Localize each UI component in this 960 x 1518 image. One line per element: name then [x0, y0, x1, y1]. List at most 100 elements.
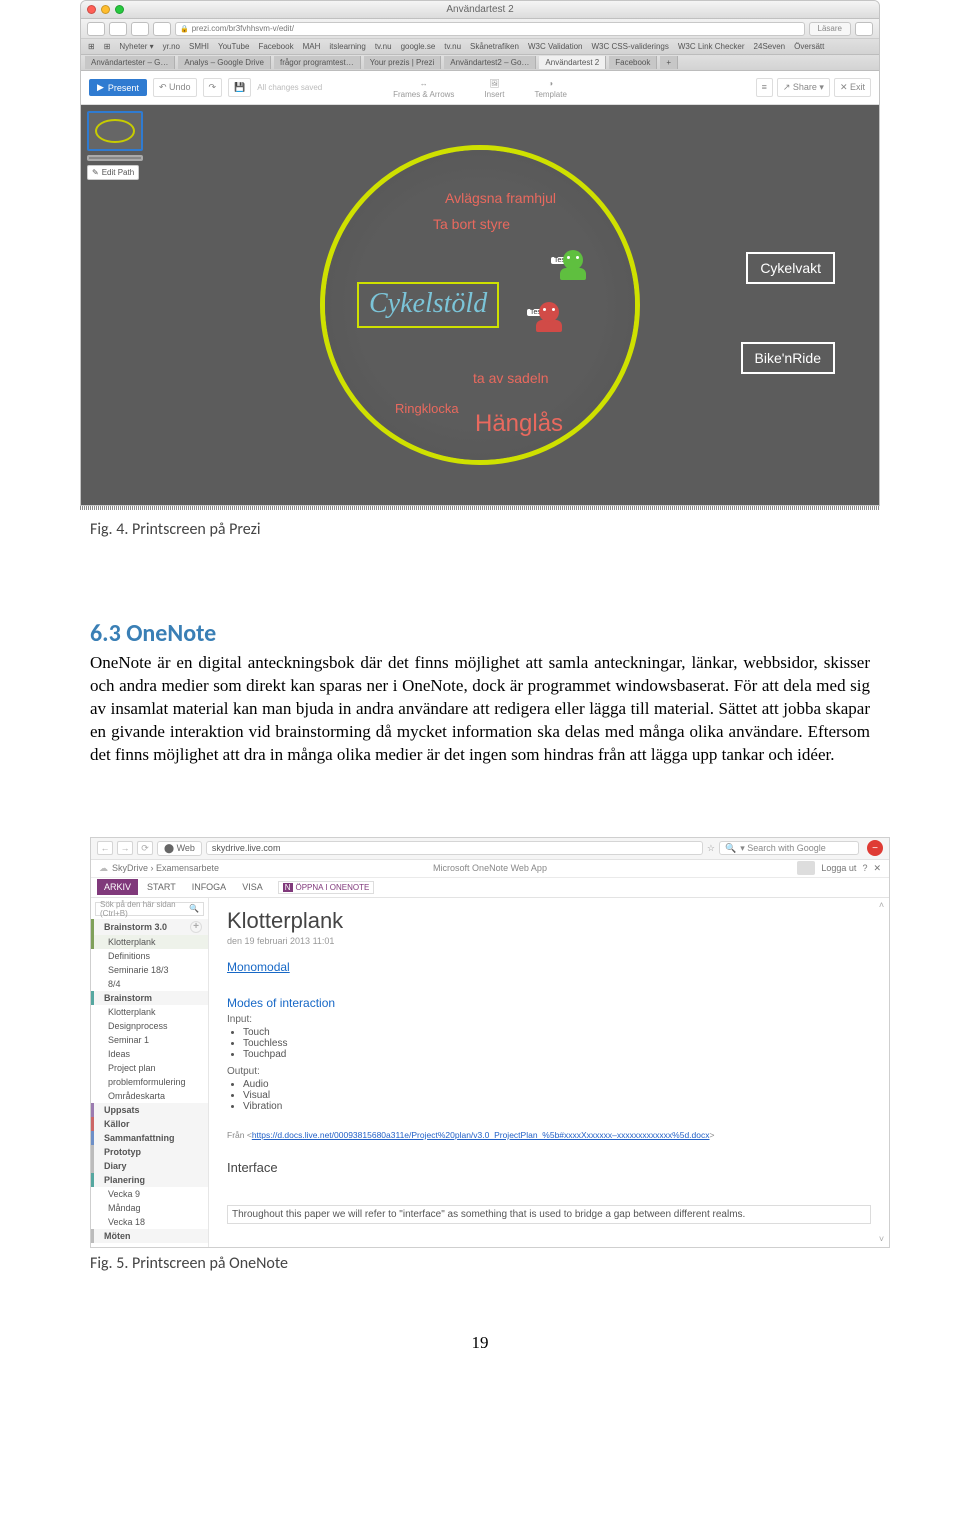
prezi-text[interactable]: Avlägsna framhjul	[445, 190, 556, 206]
forward-button[interactable]	[109, 22, 127, 36]
breadcrumb[interactable]: SkyDrive › Examensarbete	[112, 863, 219, 873]
bookmark-item[interactable]: Nyheter ▾	[116, 41, 156, 52]
close-icon[interactable]: −	[867, 840, 883, 856]
bookmark-item[interactable]: Facebook	[255, 41, 296, 52]
collaborator-avatar[interactable]: Test	[533, 302, 565, 334]
back-button[interactable]	[87, 22, 105, 36]
open-in-onenote-button[interactable]: N ÖPPNA I ONENOTE	[278, 881, 375, 894]
bookmark-item[interactable]: google.se	[398, 41, 439, 52]
close-icon[interactable]: ✕	[873, 863, 881, 874]
bookmark-item[interactable]: Skånetrafiken	[467, 41, 522, 52]
bookmark-item[interactable]: SMHI	[186, 41, 212, 52]
notebook-page[interactable]: 8/4	[91, 977, 208, 991]
logout-link[interactable]: Logga ut	[821, 863, 856, 873]
browser-tab[interactable]: Your prezis | Prezi	[364, 56, 441, 69]
bookmark-item[interactable]: itslearning	[326, 41, 368, 52]
back-button[interactable]: ←	[97, 841, 113, 855]
bookmark-item[interactable]: ⊞	[85, 41, 98, 52]
notebook-section[interactable]: Möten	[91, 1229, 208, 1243]
browser-tab[interactable]: frågor programtest…	[274, 56, 361, 69]
new-tab-button[interactable]: +	[660, 56, 678, 69]
help-icon[interactable]: ?	[862, 863, 867, 873]
edit-path-button[interactable]: ✎ Edit Path	[87, 165, 139, 180]
notebook-section[interactable]: Planering	[91, 1173, 208, 1187]
notebook-section[interactable]: Sammanfattning	[91, 1131, 208, 1145]
browser-tab[interactable]: Facebook	[609, 56, 657, 69]
slide-thumbnail[interactable]	[87, 155, 143, 161]
notebook-page[interactable]: Seminar 1	[91, 1033, 208, 1047]
notebook-section[interactable]: Källor	[91, 1117, 208, 1131]
reader-button[interactable]: Läsare	[809, 22, 851, 36]
bookmark-item[interactable]: W3C CSS-validerings	[589, 41, 672, 52]
slide-thumbnail[interactable]	[87, 111, 143, 151]
undo-button[interactable]: ↶ Undo	[153, 78, 197, 97]
prezi-main-title[interactable]: Cykelstöld	[357, 282, 499, 328]
page-title[interactable]: Klotterplank	[227, 908, 871, 934]
ribbon-tab[interactable]: ARKIV	[97, 879, 138, 895]
toolbar-tool[interactable]: ◑Template	[534, 76, 566, 99]
note-content[interactable]: ˄ Klotterplank den 19 februari 2013 11:0…	[209, 898, 889, 1247]
ribbon-tab[interactable]: INFOGA	[185, 879, 234, 895]
notebook-page[interactable]: Seminarie 18/3	[91, 963, 208, 977]
save-button[interactable]: 💾	[228, 78, 251, 97]
bookmark-item[interactable]: tv.nu	[372, 41, 395, 52]
redo-button[interactable]: ↷	[203, 78, 223, 97]
prezi-frame[interactable]: Cykelstöld Avlägsna framhjul Ta bort sty…	[320, 145, 640, 465]
add-page-icon[interactable]: +	[190, 921, 202, 933]
notebook-section[interactable]: Brainstorm 3.0+	[91, 919, 208, 935]
prezi-side-box[interactable]: Bike'nRide	[741, 342, 836, 374]
note-heading[interactable]: Interface	[227, 1160, 871, 1175]
notebook-page[interactable]: Vecka 18	[91, 1215, 208, 1229]
notebook-section[interactable]: Brainstorm	[91, 991, 208, 1005]
notebook-section[interactable]: Prototyp	[91, 1145, 208, 1159]
notebook-page[interactable]: Definitions	[91, 949, 208, 963]
bookmark-item[interactable]: MAH	[300, 41, 324, 52]
prezi-text[interactable]: Hänglås	[475, 410, 563, 438]
bookmark-item[interactable]: W3C Validation	[525, 41, 586, 52]
notebook-page[interactable]: Project plan	[91, 1061, 208, 1075]
address-bar[interactable]: skydrive.live.com	[206, 841, 703, 855]
notebook-page[interactable]: Vecka 9	[91, 1187, 208, 1201]
avatar[interactable]	[797, 861, 815, 875]
scroll-up-icon[interactable]: ˄	[876, 900, 887, 911]
extension-button[interactable]	[855, 22, 873, 36]
browser-tab[interactable]: Användartester – G…	[85, 56, 175, 69]
bookmark-item[interactable]: YouTube	[215, 41, 252, 52]
bookmark-item[interactable]: ⊞	[101, 41, 114, 52]
bookmark-star-icon[interactable]: ☆	[707, 843, 715, 854]
scroll-down-icon[interactable]: ˅	[876, 1234, 887, 1245]
reload-button[interactable]	[131, 22, 149, 36]
note-link[interactable]: https://d.docs.live.net/00093815680a311e…	[252, 1130, 710, 1140]
exit-button[interactable]: ✕ Exit	[834, 78, 871, 97]
prezi-text[interactable]: Ta bort styre	[433, 216, 510, 232]
bookmark-item[interactable]: yr.no	[160, 41, 183, 52]
home-button[interactable]	[153, 22, 171, 36]
note-heading[interactable]: Modes of interaction	[227, 996, 871, 1010]
notebook-page[interactable]: Klotterplank	[91, 935, 208, 949]
bookmark-item[interactable]: 24Seven	[751, 41, 789, 52]
browser-tab[interactable]: Analys – Google Drive	[178, 56, 271, 69]
forward-button[interactable]: →	[117, 841, 133, 855]
bookmark-item[interactable]: W3C Link Checker	[675, 41, 748, 52]
prezi-canvas[interactable]: ✎ Edit Path Cykelstöld Avlägsna framhjul…	[81, 105, 879, 505]
ribbon-tab[interactable]: START	[140, 879, 183, 895]
web-chip[interactable]: ⬤ Web	[157, 841, 202, 856]
notebook-page[interactable]: Klotterplank	[91, 1005, 208, 1019]
present-button[interactable]: ▶ Present	[89, 79, 147, 96]
notebook-page[interactable]: problemformulering	[91, 1075, 208, 1089]
browser-search[interactable]: 🔍▾ Search with Google	[719, 841, 859, 855]
notebook-page[interactable]: Måndag	[91, 1201, 208, 1215]
toolbar-tool[interactable]: ↔Frames & Arrows	[393, 76, 454, 99]
address-bar[interactable]: 🔒 prezi.com/br3fvhhsvm-v/edit/	[175, 22, 805, 36]
collaborator-avatar[interactable]: Test	[557, 250, 589, 282]
prezi-side-box[interactable]: Cykelvakt	[746, 252, 835, 284]
reload-button[interactable]: ⟳	[137, 841, 153, 855]
share-button[interactable]: ↗ Share ▾	[777, 78, 830, 97]
browser-tab[interactable]: Användartest 2	[539, 56, 606, 69]
ribbon-tab[interactable]: VISA	[235, 879, 270, 895]
bookmark-item[interactable]: tv.nu	[441, 41, 464, 52]
notebook-section[interactable]: Diary	[91, 1159, 208, 1173]
bookmark-item[interactable]: Översätt	[791, 41, 827, 52]
notebook-page[interactable]: Områdeskarta	[91, 1089, 208, 1103]
note-paragraph[interactable]: Throughout this paper we will refer to "…	[227, 1205, 871, 1224]
